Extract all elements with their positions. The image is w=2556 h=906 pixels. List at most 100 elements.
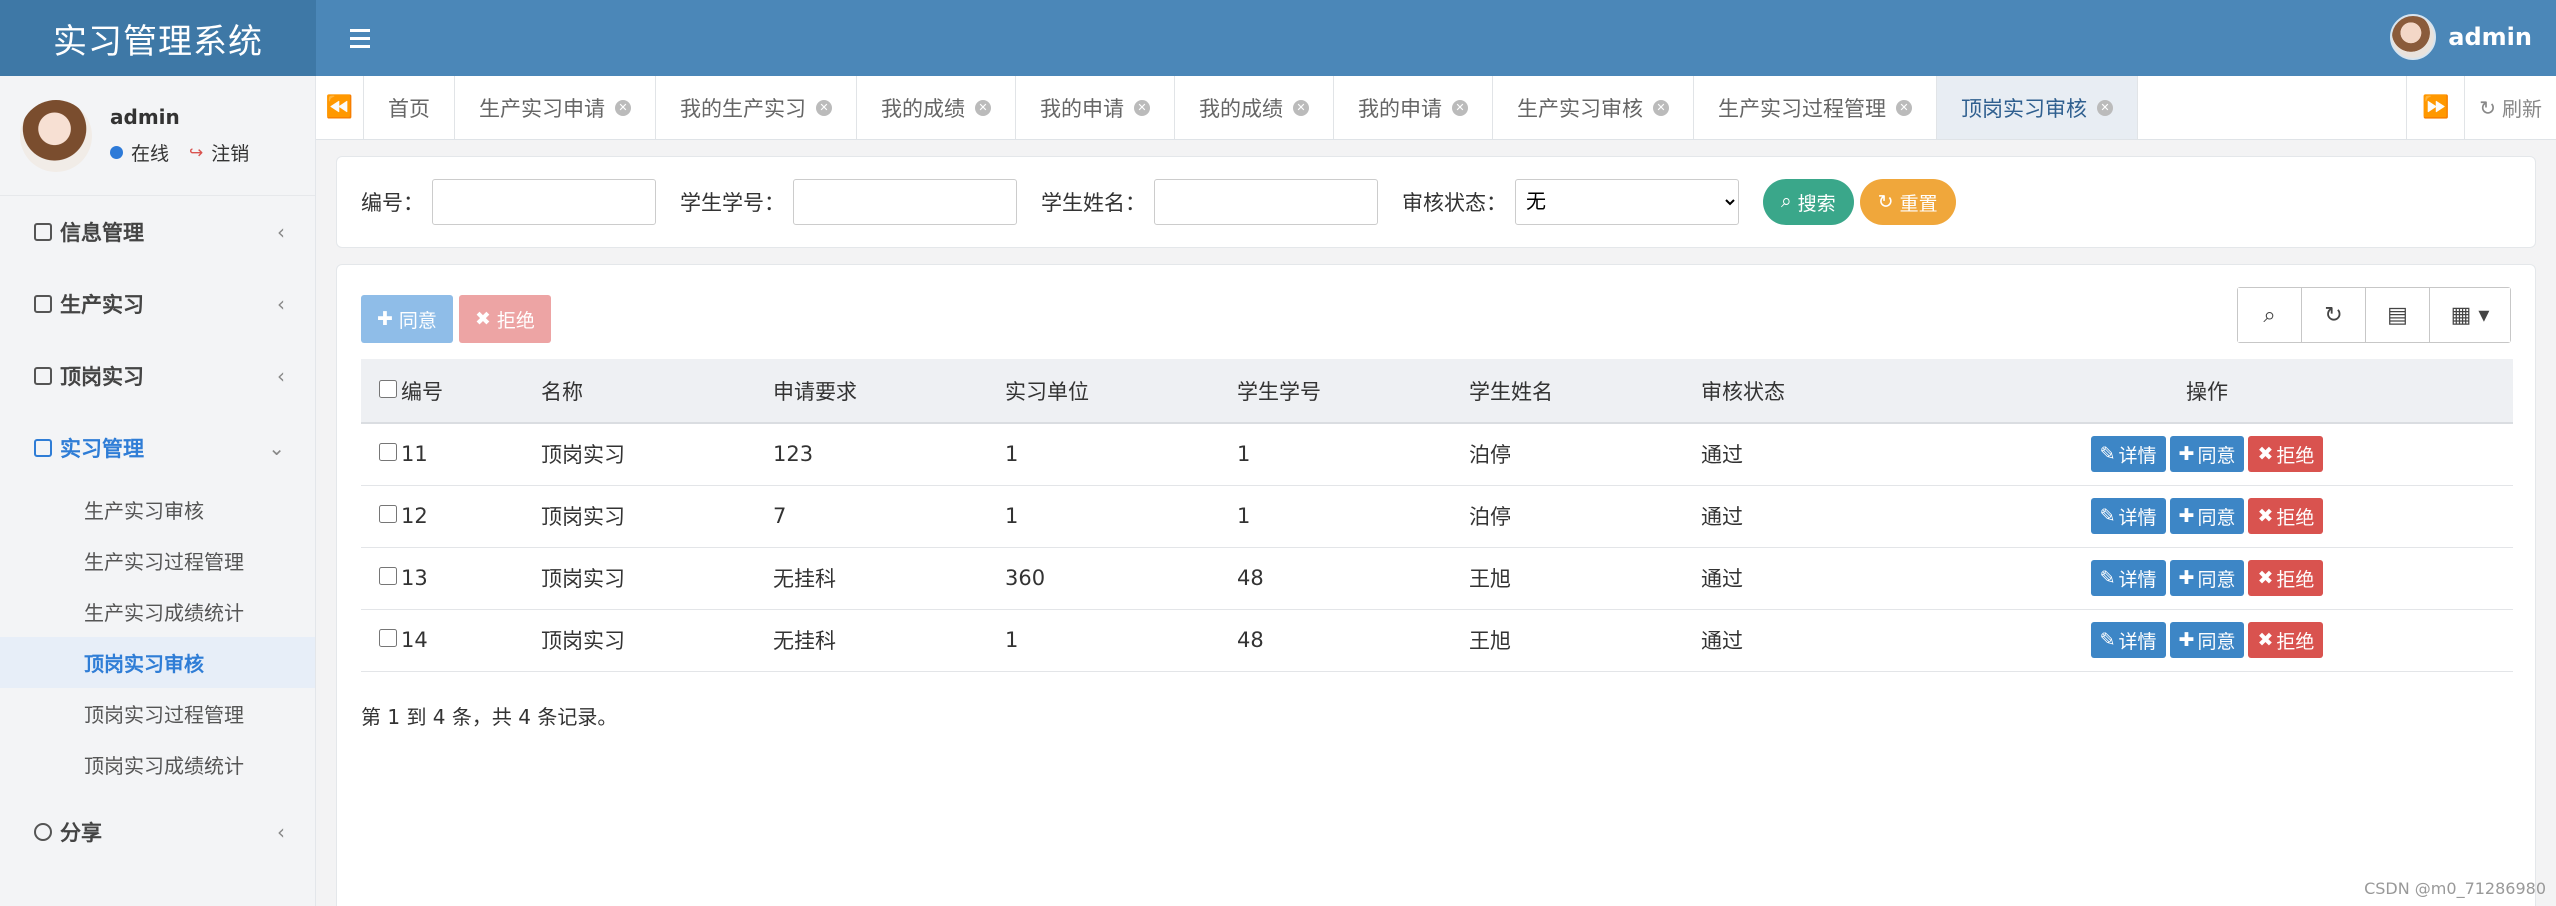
tab-my-score[interactable]: 我的成绩 ✕ xyxy=(857,76,1016,139)
agree-label: 同意 xyxy=(2197,569,2236,591)
header-user[interactable]: admin xyxy=(2390,14,2532,60)
row-checkbox[interactable] xyxy=(379,443,397,462)
agree-label: 同意 xyxy=(2197,507,2236,529)
tab-my-application[interactable]: 我的申请 ✕ xyxy=(1016,76,1175,139)
detail-button[interactable]: ✎ 详情 xyxy=(2090,436,2166,473)
search-panel: 编号： 学生学号： 学生姓名： 审核状态： 无 ⌕ 搜索 ↻ 重置 xyxy=(336,156,2536,248)
close-icon[interactable]: ✕ xyxy=(1134,99,1150,116)
logout-icon[interactable]: ↪ xyxy=(189,143,203,163)
col-header-unit[interactable]: 实习单位 xyxy=(1005,359,1237,424)
tab-my-application-2[interactable]: 我的申请 ✕ xyxy=(1334,76,1493,139)
col-header-id[interactable]: 编号 xyxy=(401,359,541,424)
cell-unit: 1 xyxy=(1005,609,1237,672)
col-header-req[interactable]: 申请要求 xyxy=(773,359,1005,424)
reject-button[interactable]: ✖ 拒绝 xyxy=(2248,498,2324,534)
close-icon[interactable]: ✕ xyxy=(615,99,631,116)
tab-placement-review[interactable]: 顶岗实习审核 ✕ xyxy=(1937,76,2138,139)
sidebar-item-label: 生产实习 xyxy=(60,293,144,317)
row-checkbox[interactable] xyxy=(379,567,397,585)
bulk-agree-button[interactable]: ✚ 同意 xyxy=(361,295,453,343)
close-icon[interactable]: ✕ xyxy=(2097,99,2113,116)
sidebar-item-production[interactable]: 生产实习 ‹ xyxy=(0,268,315,340)
menu-toggle-icon[interactable] xyxy=(350,20,386,56)
tab-label: 生产实习过程管理 xyxy=(1718,96,1886,121)
sidebar-item-placement[interactable]: 顶岗实习 ‹ xyxy=(0,340,315,412)
col-header-ops: 操作 xyxy=(1901,359,2513,424)
select-all-checkbox[interactable] xyxy=(379,379,397,398)
tabs-back-icon[interactable]: ⏪ xyxy=(316,76,364,139)
sidebar-sub-placement-review[interactable]: 顶岗实习审核 xyxy=(0,637,315,688)
row-checkbox[interactable] xyxy=(379,629,397,647)
sidebar-sub-production-score[interactable]: 生产实习成绩统计 xyxy=(0,586,315,637)
refresh-button[interactable]: ↻ 刷新 xyxy=(2464,76,2556,139)
status-select[interactable]: 无 xyxy=(1515,179,1739,225)
logout-link[interactable]: 注销 xyxy=(211,139,249,166)
sidebar-sub-placement-process[interactable]: 顶岗实习过程管理 xyxy=(0,688,315,739)
bulk-reject-button[interactable]: ✖ 拒绝 xyxy=(458,295,551,343)
detail-button[interactable]: ✎ 详情 xyxy=(2090,560,2166,596)
tab-home[interactable]: 首页 xyxy=(364,76,455,139)
id-input[interactable] xyxy=(432,179,656,225)
sidebar-sub-production-review[interactable]: 生产实习审核 xyxy=(0,484,315,535)
tab-label: 我的生产实习 xyxy=(680,96,806,121)
reset-button[interactable]: ↻ 重置 xyxy=(1859,179,1956,225)
search-icon[interactable]: ⌕ xyxy=(2238,288,2302,342)
close-icon[interactable]: ✕ xyxy=(816,99,832,116)
row-checkbox[interactable] xyxy=(379,505,397,523)
close-icon[interactable]: ✕ xyxy=(1293,99,1309,116)
cell-req: 7 xyxy=(773,485,1005,548)
sidebar-sub-placement-score[interactable]: 顶岗实习成绩统计 xyxy=(0,739,315,790)
close-icon[interactable]: ✕ xyxy=(1452,99,1468,116)
id-card-icon xyxy=(34,439,52,457)
reject-button[interactable]: ✖ 拒绝 xyxy=(2248,622,2324,658)
edit-icon: ✎ xyxy=(2099,629,2116,651)
tab-my-score-2[interactable]: 我的成绩 ✕ xyxy=(1175,76,1334,139)
agree-button[interactable]: ✚ 同意 xyxy=(2169,622,2245,658)
tabs-forward-icon[interactable]: ⏩ xyxy=(2406,76,2464,139)
refresh-icon[interactable]: ↻ xyxy=(2302,288,2366,342)
detail-button[interactable]: ✎ 详情 xyxy=(2090,498,2166,534)
table-row: 13 顶岗实习 无挂科 360 48 王旭 通过 ✎ 详情 ✚ 同意 ✖ 拒绝 xyxy=(361,547,2513,610)
agree-button[interactable]: ✚ 同意 xyxy=(2169,560,2245,596)
id-label: 编号： xyxy=(361,191,424,215)
detail-button[interactable]: ✎ 详情 xyxy=(2090,622,2166,658)
table-header-row: 编号 名称 申请要求 实习单位 学生学号 学生姓名 审核状态 操作 xyxy=(361,359,2513,424)
sidebar-item-info[interactable]: 信息管理 ‹ xyxy=(0,196,315,268)
col-header-name[interactable]: 名称 xyxy=(541,359,773,424)
search-button[interactable]: ⌕ 搜索 xyxy=(1763,179,1854,225)
sidebar: admin 在线 ↪ 注销 信息管理 ‹ 生产实习 ‹ 顶岗实习 ‹ 实习管理 … xyxy=(0,76,316,906)
cell-sname: 王旭 xyxy=(1469,547,1701,610)
student-no-input[interactable] xyxy=(793,179,1017,225)
tab-production-review[interactable]: 生产实习审核 ✕ xyxy=(1493,76,1694,139)
tab-production-apply[interactable]: 生产实习申请 ✕ xyxy=(455,76,656,139)
tab-bar: ⏪ 首页 生产实习申请 ✕ 我的生产实习 ✕ 我的成绩 ✕ 我的申请 ✕ 我的成绩 ✕ 我… xyxy=(316,76,2556,140)
tab-my-production[interactable]: 我的生产实习 ✕ xyxy=(656,76,857,139)
agree-button[interactable]: ✚ 同意 xyxy=(2169,498,2245,534)
close-icon[interactable]: ✕ xyxy=(1653,99,1669,116)
tab-production-process[interactable]: 生产实习过程管理 ✕ xyxy=(1694,76,1937,139)
toggle-view-icon[interactable]: ▤ xyxy=(2366,288,2430,342)
cell-sname: 泊停 xyxy=(1469,485,1701,548)
cell-id: 11 xyxy=(401,423,541,486)
col-header-sname[interactable]: 学生姓名 xyxy=(1469,359,1701,424)
sidebar-item-management[interactable]: 实习管理 ⌄ xyxy=(0,412,315,484)
reject-button[interactable]: ✖ 拒绝 xyxy=(2248,436,2324,473)
student-name-input[interactable] xyxy=(1154,179,1378,225)
agree-button[interactable]: ✚ 同意 xyxy=(2169,436,2245,473)
close-icon[interactable]: ✕ xyxy=(1896,99,1912,116)
close-icon[interactable]: ✕ xyxy=(975,99,991,116)
detail-label: 详情 xyxy=(2118,569,2157,591)
sidebar-sub-production-process[interactable]: 生产实习过程管理 xyxy=(0,535,315,586)
sidebar-item-share[interactable]: 分享 ‹ xyxy=(0,796,315,868)
reject-button[interactable]: ✖ 拒绝 xyxy=(2248,560,2324,596)
search-button-label: 搜索 xyxy=(1797,193,1836,215)
student-no-label: 学生学号： xyxy=(680,191,785,215)
reject-label: 拒绝 xyxy=(2276,507,2315,529)
times-icon: ✖ xyxy=(2257,443,2274,465)
cell-status: 通过 xyxy=(1701,423,1901,486)
cell-unit: 1 xyxy=(1005,423,1237,486)
columns-icon[interactable]: ▦ ▾ xyxy=(2430,288,2510,342)
col-header-status[interactable]: 审核状态 xyxy=(1701,359,1901,424)
col-header-sno[interactable]: 学生学号 xyxy=(1237,359,1469,424)
agree-label: 同意 xyxy=(2197,445,2236,467)
